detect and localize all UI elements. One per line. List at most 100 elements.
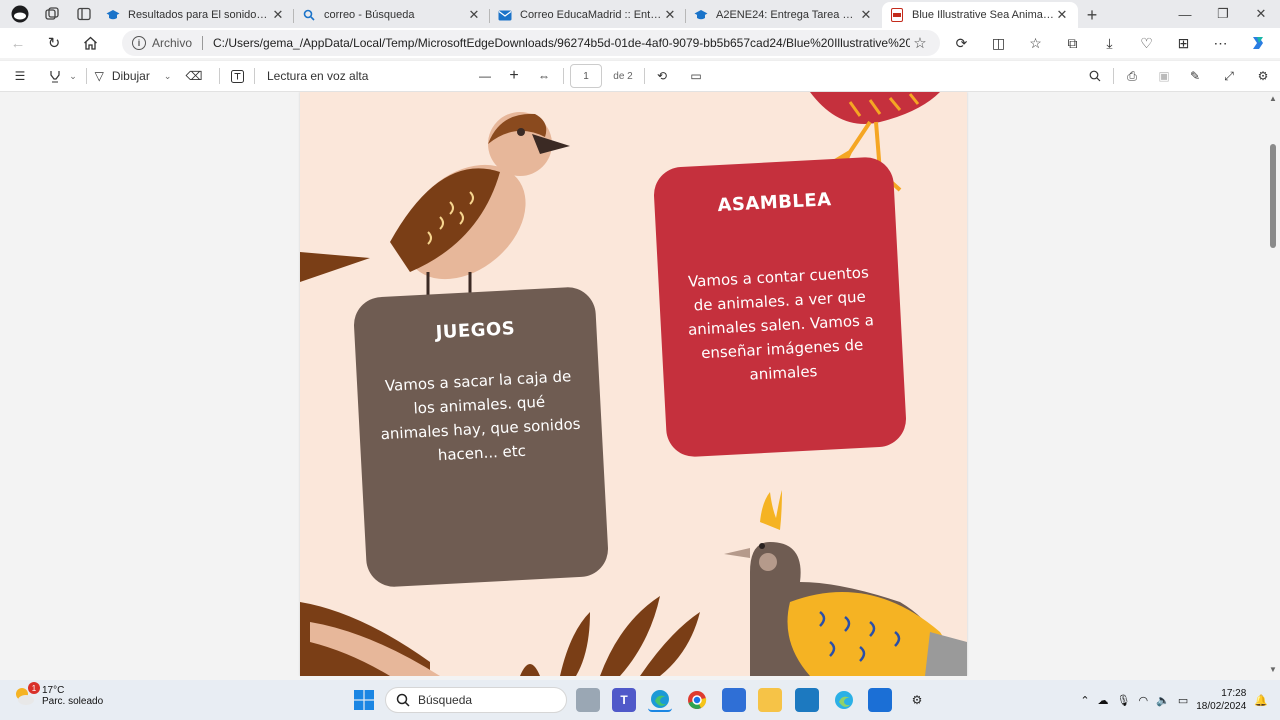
- card-juegos-text: Vamos a sacar la caja de los animales. q…: [380, 367, 581, 465]
- mail-icon: [498, 8, 512, 22]
- close-icon[interactable]: ✕: [662, 7, 678, 23]
- close-icon[interactable]: ✕: [270, 7, 286, 23]
- profile-avatar-icon[interactable]: [6, 2, 34, 26]
- task-view-icon[interactable]: [576, 688, 600, 712]
- page-total: de 2: [613, 70, 633, 82]
- refresh-icon[interactable]: ↻: [36, 29, 72, 57]
- sparrow-illustration: [300, 112, 570, 304]
- page-number-input[interactable]: 1: [570, 64, 602, 88]
- draw-label: Dibujar: [111, 69, 150, 83]
- tab-a2ene24[interactable]: A2ENE24: Entrega Tarea Práctica ✕: [686, 2, 882, 28]
- pdf-page: JUEGOS Vamos a sacar la caja de los anim…: [300, 92, 967, 676]
- new-tab-button[interactable]: +: [1078, 2, 1106, 28]
- search-icon[interactable]: [1077, 62, 1113, 90]
- onedrive-icon[interactable]: ☁: [1098, 694, 1109, 707]
- tab-title: A2ENE24: Entrega Tarea Práctica: [716, 9, 858, 21]
- search-icon: [396, 693, 410, 707]
- page-view-icon[interactable]: ▭: [679, 62, 713, 90]
- copilot-icon[interactable]: [1239, 29, 1276, 57]
- tab-pdf-active[interactable]: Blue Illustrative Sea Animals Info ✕: [882, 2, 1078, 28]
- eraser-icon[interactable]: ⌫: [179, 62, 209, 90]
- pdf-viewer[interactable]: JUEGOS Vamos a sacar la caja de los anim…: [0, 92, 1266, 676]
- close-icon[interactable]: ✕: [466, 7, 482, 23]
- workspaces-icon[interactable]: [38, 2, 66, 26]
- rotate-icon[interactable]: ⟲: [645, 62, 679, 90]
- close-icon[interactable]: ✕: [1054, 7, 1070, 23]
- edge-icon[interactable]: [648, 688, 672, 712]
- fullscreen-icon[interactable]: ⤢: [1212, 62, 1246, 90]
- vertical-scrollbar[interactable]: ▲ ▼: [1266, 92, 1280, 676]
- settings-gear-icon[interactable]: ⚙: [1246, 62, 1280, 90]
- clock[interactable]: 17:28 18/02/2024: [1196, 687, 1246, 713]
- settings-gear-icon[interactable]: ⚙: [905, 688, 929, 712]
- chevron-down-icon[interactable]: ⌄: [69, 71, 77, 82]
- downloads-icon[interactable]: ⤓: [1091, 29, 1128, 57]
- app-icon[interactable]: [795, 688, 819, 712]
- notification-bell-icon[interactable]: 🔔: [1254, 694, 1268, 707]
- chevron-up-icon[interactable]: ⌃: [1080, 694, 1089, 707]
- taskbar-search-placeholder: Búsqueda: [418, 693, 473, 707]
- weather-temp: 17°C: [42, 685, 65, 696]
- chrome-icon[interactable]: [685, 688, 709, 712]
- contents-list-icon[interactable]: ☰: [0, 62, 40, 90]
- weather-desc: Parc. soleado: [42, 696, 104, 707]
- fit-page-icon[interactable]: ⇔: [529, 62, 559, 90]
- tab-correo-educamadrid[interactable]: Correo EducaMadrid :: Entrada ✕: [490, 2, 686, 28]
- highlight-icon[interactable]: ⌄: [40, 62, 86, 90]
- volume-icon[interactable]: 🔈: [1156, 694, 1170, 707]
- save-icon[interactable]: ▣: [1150, 62, 1178, 90]
- address-bar[interactable]: i Archivo C:/Users/gema_/AppData/Local/T…: [122, 30, 940, 56]
- tab-title: Resultados para El sonido de los: [128, 9, 270, 21]
- card-asamblea: ASAMBLEA Vamos a contar cuentos de anima…: [652, 155, 908, 459]
- split-screen-icon[interactable]: ◫: [980, 29, 1017, 57]
- tab-resultados[interactable]: Resultados para El sonido de los ✕: [98, 2, 294, 28]
- battery-icon[interactable]: ▭: [1178, 694, 1188, 707]
- apps-icon[interactable]: ⊞: [1165, 29, 1202, 57]
- tab-title: correo - Búsqueda: [324, 9, 415, 21]
- teams-icon[interactable]: T: [612, 688, 636, 712]
- address-url[interactable]: C:/Users/gema_/AppData/Local/Temp/Micros…: [213, 36, 910, 50]
- scrollbar-thumb[interactable]: [1270, 144, 1276, 248]
- close-icon[interactable]: ✕: [858, 7, 874, 23]
- maximize-icon[interactable]: ❐: [1204, 0, 1242, 28]
- read-aloud-button[interactable]: Lectura en voz alta: [255, 62, 385, 90]
- favorites-icon[interactable]: ☆: [1017, 29, 1054, 57]
- close-window-icon[interactable]: ✕: [1242, 0, 1280, 28]
- tab-correo-busqueda[interactable]: correo - Búsqueda ✕: [294, 2, 490, 28]
- weather-badge: 1: [28, 682, 40, 694]
- chevron-down-icon[interactable]: ⌄: [164, 71, 172, 82]
- tab-title: Blue Illustrative Sea Animals Info: [912, 9, 1054, 21]
- taskbar-search[interactable]: Búsqueda: [385, 687, 567, 713]
- clock-date: 18/02/2024: [1196, 701, 1247, 712]
- microsoft-store-icon[interactable]: [722, 688, 746, 712]
- back-arrow-icon[interactable]: ←: [0, 29, 36, 57]
- search-icon: [302, 8, 316, 22]
- draw-button[interactable]: ▽ Dibujar ⌄: [87, 62, 179, 90]
- more-options-icon[interactable]: ⋯: [1202, 29, 1239, 57]
- weather-widget[interactable]: 1 17°C Parc. soleado: [12, 682, 104, 708]
- zoom-out-icon[interactable]: —: [471, 62, 499, 90]
- info-icon[interactable]: i: [132, 36, 146, 50]
- favorite-star-icon[interactable]: ☆: [910, 34, 930, 52]
- scroll-down-icon[interactable]: ▼: [1269, 665, 1277, 674]
- edge-beta-icon[interactable]: [832, 688, 856, 712]
- feathers-illustration: [300, 596, 700, 676]
- browser-essentials-icon[interactable]: ♡: [1128, 29, 1165, 57]
- home-icon[interactable]: [72, 29, 108, 57]
- file-explorer-icon[interactable]: [758, 688, 782, 712]
- microphone-icon[interactable]: 🎙: [1117, 694, 1131, 707]
- print-icon[interactable]: ⎙: [1114, 62, 1150, 90]
- mail-app-icon[interactable]: [868, 688, 892, 712]
- windows-start-icon[interactable]: [352, 688, 376, 712]
- save-as-icon[interactable]: ✎: [1178, 62, 1212, 90]
- extensions-icon[interactable]: ⟳: [943, 29, 980, 57]
- scroll-up-icon[interactable]: ▲: [1269, 94, 1277, 103]
- add-text-icon[interactable]: [220, 62, 254, 90]
- zoom-in-icon[interactable]: +: [499, 62, 529, 90]
- minimize-icon[interactable]: —: [1166, 0, 1204, 28]
- wifi-icon[interactable]: ◠: [1139, 694, 1149, 707]
- card-asamblea-text: Vamos a contar cuentos de animales. a ve…: [687, 263, 875, 384]
- vertical-tabs-icon[interactable]: [70, 2, 98, 26]
- tab-bar: Resultados para El sonido de los ✕ corre…: [0, 0, 1280, 28]
- collections-icon[interactable]: ⧉: [1054, 29, 1091, 57]
